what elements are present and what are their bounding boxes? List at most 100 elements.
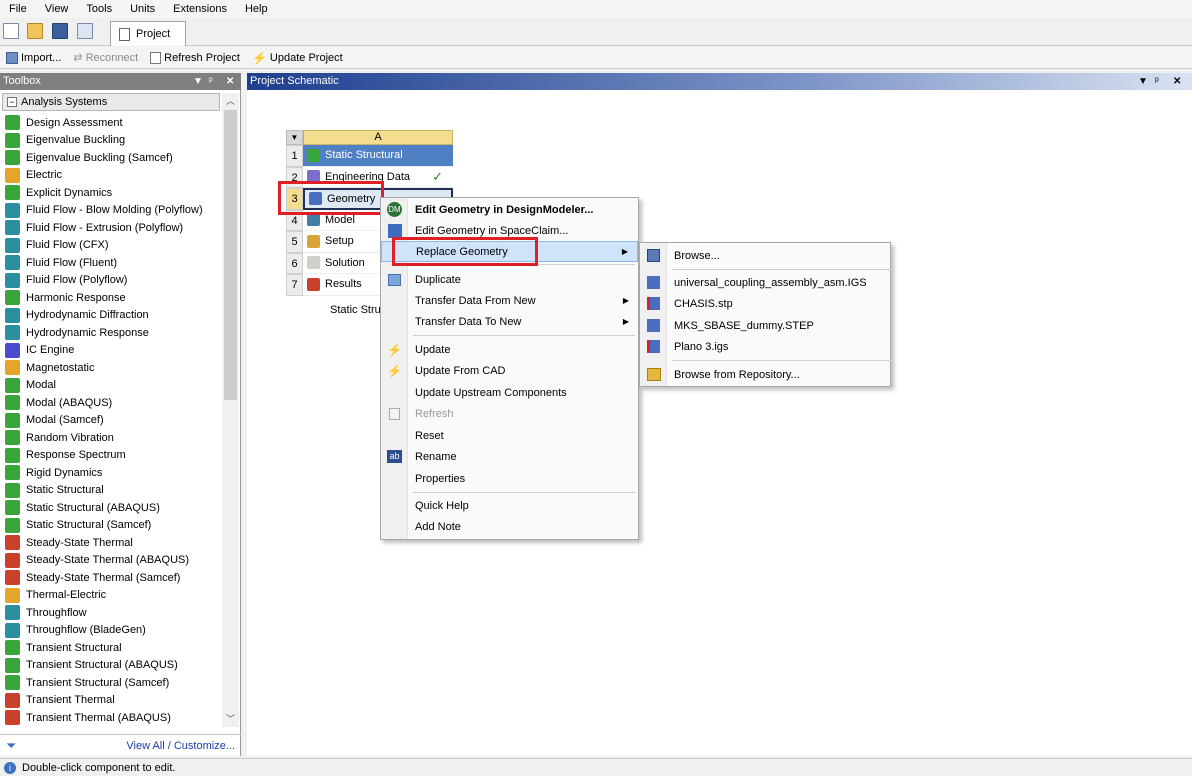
toolbox-item[interactable]: Thermal-Electric [5, 587, 220, 605]
menu-item-refresh[interactable]: Refresh [381, 403, 638, 424]
analysis-system-icon [5, 430, 20, 446]
reconnect-button[interactable]: ⇄ Reconnect [73, 51, 138, 65]
save-as-icon[interactable] [77, 23, 93, 39]
menu-item-update-from-cad[interactable]: ⚡ Update From CAD [381, 360, 638, 381]
menu-item-update-upstream[interactable]: Update Upstream Components [381, 382, 638, 403]
toolbox-item[interactable]: Transient Thermal [5, 692, 220, 710]
menu-item-quick-help[interactable]: Quick Help [381, 495, 638, 516]
submenu-item-browse[interactable]: Browse... [640, 245, 890, 266]
toolbox-scrollbar[interactable]: ︿ ﹀ [222, 93, 239, 727]
analysis-system-icon [5, 342, 20, 358]
toolbox-item[interactable]: Hydrodynamic Response [5, 324, 220, 342]
submenu-item-browse-repository[interactable]: Browse from Repository... [640, 364, 890, 385]
analysis-system-icon [5, 412, 20, 428]
menu-view[interactable]: View [36, 3, 78, 15]
toolbox-item[interactable]: Modal (Samcef) [5, 412, 220, 430]
spaceclaim-icon [387, 223, 402, 238]
system-column-label: A [303, 130, 453, 145]
scroll-down-icon[interactable]: ﹀ [222, 711, 239, 727]
toolbox-item[interactable]: Steady-State Thermal (Samcef) [5, 569, 220, 587]
scroll-up-icon[interactable]: ︿ [222, 93, 239, 109]
analysis-system-icon [5, 570, 20, 586]
system-row-title[interactable]: 1 Static Structural [286, 145, 453, 167]
menu-item-rename[interactable]: ab Rename [381, 446, 638, 467]
menu-item-transfer-to-new[interactable]: Transfer Data To New ▶ [381, 311, 638, 332]
menu-help[interactable]: Help [236, 3, 277, 15]
toolbox-item[interactable]: Electric [5, 167, 220, 185]
menu-tools[interactable]: Tools [77, 3, 121, 15]
save-icon[interactable] [52, 23, 68, 39]
toolbox-item[interactable]: Static Structural (Samcef) [5, 517, 220, 535]
toolbox-item[interactable]: Eigenvalue Buckling (Samcef) [5, 149, 220, 167]
analysis-system-icon [5, 517, 20, 533]
menu-item-update[interactable]: ⚡ Update [381, 339, 638, 360]
analysis-system-icon [5, 640, 20, 656]
toolbox-item[interactable]: Steady-State Thermal [5, 534, 220, 552]
toolbox-item[interactable]: Response Spectrum [5, 447, 220, 465]
toolbox-item-label: Transient Thermal (ABAQUS) [26, 711, 171, 724]
submenu-item-recent-file[interactable]: CHASIS.stp [640, 293, 890, 314]
view-all-customize-link[interactable]: View All / Customize... [126, 740, 235, 752]
collapse-icon[interactable]: − [7, 97, 17, 107]
toolbox-item[interactable]: Fluid Flow - Extrusion (Polyflow) [5, 219, 220, 237]
toolbox-item[interactable]: IC Engine [5, 342, 220, 360]
menu-item-edit-designmodeler[interactable]: DM Edit Geometry in DesignModeler... [381, 199, 638, 220]
toolbox-item[interactable]: Rigid Dynamics [5, 464, 220, 482]
menu-units[interactable]: Units [121, 3, 164, 15]
menu-extensions[interactable]: Extensions [164, 3, 236, 15]
analysis-system-icon [5, 272, 20, 288]
pin-icon[interactable]: ᵖ [209, 73, 213, 90]
system-caption[interactable]: Static Stru [330, 304, 381, 316]
tab-project[interactable]: Project [110, 21, 186, 46]
toolbox-item[interactable]: Modal (ABAQUS) [5, 394, 220, 412]
toolbox-item[interactable]: Magnetostatic [5, 359, 220, 377]
dropdown-icon[interactable]: ▼ [1138, 73, 1148, 90]
filter-icon[interactable]: ⏷ [6, 738, 16, 754]
menu-item-transfer-from-new[interactable]: Transfer Data From New ▶ [381, 290, 638, 311]
pin-icon[interactable]: ᵖ [1155, 73, 1159, 90]
row-label: Results [325, 278, 362, 291]
toolbox-item[interactable]: Design Assessment [5, 114, 220, 132]
submenu-arrow-icon: ▶ [622, 317, 629, 326]
toolbox-item[interactable]: Transient Structural (Samcef) [5, 674, 220, 692]
toolbox-item[interactable]: Transient Thermal (ABAQUS) [5, 709, 220, 727]
submenu-item-recent-file[interactable]: universal_coupling_assembly_asm.IGS [640, 272, 890, 293]
toolbox-item[interactable]: Eigenvalue Buckling [5, 132, 220, 150]
toolbox-item[interactable]: Fluid Flow (Polyflow) [5, 272, 220, 290]
scrollbar-thumb[interactable] [224, 110, 237, 400]
menu-item-label: MKS_SBASE_dummy.STEP [674, 319, 814, 332]
submenu-item-recent-file[interactable]: Plano 3.igs [640, 336, 890, 357]
toolbox-item[interactable]: Static Structural [5, 482, 220, 500]
menu-item-reset[interactable]: Reset [381, 425, 638, 446]
toolbox-item[interactable]: Fluid Flow (CFX) [5, 237, 220, 255]
toolbox-item[interactable]: Explicit Dynamics [5, 184, 220, 202]
close-icon[interactable]: ✕ [226, 73, 234, 90]
toolbox-item[interactable]: Harmonic Response [5, 289, 220, 307]
toolbox-item[interactable]: Modal [5, 377, 220, 395]
toolbox-item[interactable]: Fluid Flow - Blow Molding (Polyflow) [5, 202, 220, 220]
import-button[interactable]: Import... [6, 51, 61, 64]
update-project-button[interactable]: ⚡ Update Project [252, 51, 343, 65]
toolbox-item[interactable]: Steady-State Thermal (ABAQUS) [5, 552, 220, 570]
analysis-system-icon [5, 465, 20, 481]
new-file-icon[interactable] [3, 23, 19, 39]
analysis-systems-header[interactable]: − Analysis Systems [2, 93, 220, 111]
toolbox-item[interactable]: Fluid Flow (Fluent) [5, 254, 220, 272]
toolbox-item[interactable]: Transient Structural [5, 639, 220, 657]
toolbox-item[interactable]: Hydrodynamic Diffraction [5, 307, 220, 325]
system-menu-arrow-icon[interactable]: ▼ [286, 130, 303, 145]
dropdown-icon[interactable]: ▼ [193, 73, 203, 90]
toolbox-item[interactable]: Throughflow (BladeGen) [5, 622, 220, 640]
toolbox-item[interactable]: Random Vibration [5, 429, 220, 447]
menu-item-duplicate[interactable]: Duplicate [381, 269, 638, 290]
menu-item-add-note[interactable]: Add Note [381, 516, 638, 537]
open-folder-icon[interactable] [27, 23, 43, 39]
close-icon[interactable]: ✕ [1173, 73, 1181, 90]
menu-file[interactable]: File [0, 3, 36, 15]
toolbox-item[interactable]: Throughflow [5, 604, 220, 622]
refresh-project-button[interactable]: Refresh Project [150, 51, 240, 64]
menu-item-properties[interactable]: Properties [381, 468, 638, 489]
toolbox-item[interactable]: Static Structural (ABAQUS) [5, 499, 220, 517]
toolbox-item[interactable]: Transient Structural (ABAQUS) [5, 657, 220, 675]
submenu-item-recent-file[interactable]: MKS_SBASE_dummy.STEP [640, 315, 890, 336]
